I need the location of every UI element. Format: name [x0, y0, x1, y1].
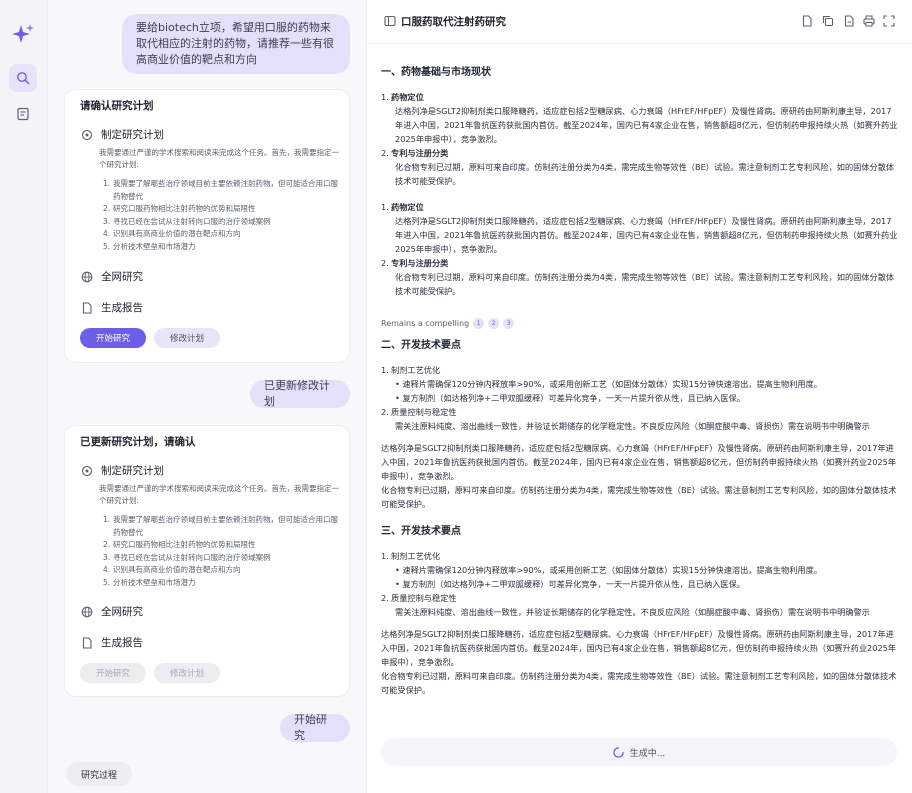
section-heading: 一、药物基础与市场现状 — [381, 67, 491, 78]
document-body: 一、药物基础与市场现状 1. 药物定位 达格列净是SGLT2抑制剂类口服降糖药，适… — [381, 56, 899, 697]
step-plan-label: 制定研究计划 — [101, 129, 164, 141]
user-message: 要给biotech立项，希望用口服的药物来取代相应的注射的药物，请推荐一些有很高… — [122, 14, 350, 74]
report-document: 口服药取代注射药研究 一、药物基础与市场现状 1. 药物定位 达格列净是SGLT2… — [366, 0, 912, 793]
bullet-item: 速释片需确保120分钟内释放率>90%，或采用创新工艺（如固体分散体）实现15分… — [395, 563, 899, 577]
start-research-button[interactable]: 开始研究 — [80, 328, 146, 348]
target-icon — [81, 129, 93, 140]
document-icon — [82, 636, 92, 649]
edit-plan-button[interactable]: 修改计划 — [154, 328, 220, 348]
step-web-research: 全网研究 — [81, 269, 143, 284]
document-header: 口服药取代注射药研究 — [367, 0, 912, 44]
section2-list: 1.制剂工艺优化 速释片需确保120分钟内释放率>90%，或采用创新工艺（如固体… — [381, 363, 899, 433]
plan-point: 1. 我需要了解哪些治疗领域目前主要依赖注射药物，但可能适合用口服药物替代 — [103, 179, 338, 201]
item-text: 需关注原料纯度、溶出曲线一致性，并验证长期储存的化学稳定性。不良反应风险（如酮症… — [395, 421, 870, 431]
paragraph: 达格列净是SGLT2抑制剂类口服降糖药，适应症包括2型糖尿病、心力衰竭（HFrE… — [381, 629, 897, 667]
spinner-icon — [613, 746, 624, 758]
item-title: 药物定位 — [391, 202, 424, 212]
edit-plan-button-disabled: 修改计划 — [154, 663, 220, 683]
search-icon — [17, 72, 30, 85]
step-generate-report-label: 生成报告 — [101, 302, 143, 314]
search-nav-button[interactable] — [9, 64, 37, 92]
start-research-button-disabled: 开始研究 — [80, 663, 146, 683]
plan-point: 4. 识别具有高商业价值的潜在靶点和方向 — [103, 565, 241, 574]
plan-points: 1. 我需要了解哪些治疗领域目前主要依赖注射药物，但可能适合用口服药物替代 2. 研… — [103, 514, 339, 589]
plan-point: 3. 寻找已经在尝试从注射转向口服的治疗领域案例 — [103, 216, 271, 226]
item-text: 化合物专利已过期，原料可来自印度。仿制药注册分类为4类，需完成生物等效性（BE）… — [395, 272, 895, 296]
plan-point: 2. 研究口服药物相比注射药物的优势和局限性 — [103, 204, 256, 213]
paragraph: 化合物专利已过期，原料可来自印度。仿制药注册分类为4类，需完成生物等效性（BE）… — [381, 671, 897, 695]
generating-status: 生成中... — [381, 738, 897, 766]
report-nav-button[interactable] — [9, 100, 37, 128]
plan-card-title: 请确认研究计划 — [80, 100, 154, 112]
copy-icon[interactable] — [822, 15, 834, 27]
item-title: 专利与注册分类 — [391, 148, 449, 158]
step-plan-description: 我需要通过严谨的学术搜索和阅读来完成这个任务。首先，我需要指定一个研究计划: — [99, 484, 339, 505]
step-web-research: 全网研究 — [81, 604, 143, 619]
citation-text: Remains a compelling — [381, 319, 470, 328]
report-icon — [17, 107, 29, 121]
bullet-item: 复方制剂（如达格列净+二甲双胍缓释）可差异化竞争，一天一片提升依从性，且已纳入医… — [395, 391, 899, 405]
citation-line: Remains a compelling 1 2 3 — [381, 318, 899, 329]
plan-card-1: 请确认研究计划 制定研究计划 我需要通过严谨的学术搜索和阅读来完成这个任务。首先… — [64, 89, 350, 363]
document-title: 口服药取代注射药研究 — [401, 16, 506, 28]
plan-point: 2. 研究口服药物相比注射药物的优势和局限性 — [103, 540, 256, 549]
fullscreen-icon[interactable] — [883, 15, 895, 27]
globe-icon — [81, 271, 93, 282]
section3-list: 1.制剂工艺优化 速释片需确保120分钟内释放率>90%，或采用创新工艺（如固体… — [381, 549, 899, 619]
target-icon — [81, 465, 93, 476]
item-title: 质量控制与稳定性 — [391, 407, 457, 417]
item-title: 专利与注册分类 — [391, 258, 449, 268]
export-icon[interactable] — [843, 15, 855, 27]
item-text: 化合物专利已过期，原料可来自印度。仿制药注册分类为4类，需完成生物等效性（BE）… — [395, 162, 895, 186]
step-web-research-label: 全网研究 — [101, 271, 143, 283]
citation-badge[interactable]: 2 — [488, 318, 500, 329]
item-title: 质量控制与稳定性 — [391, 593, 457, 603]
item-text: 达格列净是SGLT2抑制剂类口服降糖药，适应症包括2型糖尿病、心力衰竭（HFrE… — [395, 106, 898, 144]
step-generate-report-label: 生成报告 — [101, 637, 143, 649]
item-title: 制剂工艺优化 — [391, 551, 441, 561]
plan-point: 5. 分析技术壁垒和市场潜力 — [103, 577, 196, 587]
paragraph: 化合物专利已过期，原料可来自印度。仿制药注册分类为4类，需完成生物等效性（BE）… — [381, 485, 897, 509]
chat-panel: 要给biotech立项，希望用口服的药物来取代相应的注射的药物，请推荐一些有很高… — [48, 0, 366, 793]
citation-badge[interactable]: 1 — [473, 318, 485, 329]
step-plan-description: 我需要通过严谨的学术搜索和阅读来完成这个任务。首先，我需要指定一个研究计划: — [99, 148, 339, 169]
paragraph: 达格列净是SGLT2抑制剂类口服降糖药，适应症包括2型糖尿病、心力衰竭（HFrE… — [381, 443, 897, 481]
section-heading: 二、开发技术要点 — [381, 340, 461, 351]
document-icon — [82, 301, 92, 314]
plan-card-title: 已更新研究计划，请确认 — [80, 436, 196, 448]
step-generate-report: 生成报告 — [81, 300, 143, 315]
step-web-research-label: 全网研究 — [101, 606, 143, 618]
print-icon[interactable] — [863, 15, 875, 27]
user-update-message: 已更新修改计划 — [250, 379, 350, 408]
item-title: 制剂工艺优化 — [391, 365, 441, 375]
step-plan: 制定研究计划 — [81, 463, 164, 478]
section1-block-a: 1. 药物定位 达格列净是SGLT2抑制剂类口服降糖药，适应症包括2型糖尿病、心力… — [381, 92, 898, 186]
item-title: 药物定位 — [391, 92, 424, 102]
file-icon[interactable] — [801, 15, 813, 27]
plan-points: 1. 我需要了解哪些治疗领域目前主要依赖注射药物，但可能适合用口服药物替代 2. 研… — [103, 178, 339, 253]
sidebar-toggle-icon[interactable] — [384, 15, 396, 27]
left-rail — [0, 0, 48, 793]
sparkle-logo-icon[interactable] — [11, 22, 35, 46]
step-plan: 制定研究计划 — [81, 127, 164, 142]
item-text: 达格列净是SGLT2抑制剂类口服降糖药，适应症包括2型糖尿病、心力衰竭（HFrE… — [395, 216, 898, 254]
step-generate-report: 生成报告 — [81, 635, 143, 650]
plan-point: 5. 分析技术壁垒和市场潜力 — [103, 241, 196, 251]
plan-point: 3. 寻找已经在尝试从注射转向口服的治疗领域案例 — [103, 552, 271, 562]
plan-point: 1. 我需要了解哪些治疗领域目前主要依赖注射药物，但可能适合用口服药物替代 — [103, 515, 338, 537]
step-plan-label: 制定研究计划 — [101, 465, 164, 477]
section-heading: 三、开发技术要点 — [381, 526, 461, 537]
plan-card-2: 已更新研究计划，请确认 制定研究计划 我需要通过严谨的学术搜索和阅读来完成这个任… — [64, 425, 350, 697]
user-start-message: 开始研究 — [280, 713, 350, 742]
generating-label: 生成中... — [629, 748, 666, 759]
bullet-item: 速释片需确保120分钟内释放率>90%，或采用创新工艺（如固体分散体）实现15分… — [395, 377, 899, 391]
bullet-item: 复方制剂（如达格列净+二甲双胍缓释）可差异化竞争，一天一片提升依从性，且已纳入医… — [395, 577, 899, 591]
item-text: 需关注原料纯度、溶出曲线一致性，并验证长期储存的化学稳定性。不良反应风险（如酮症… — [395, 607, 870, 617]
plan-point: 4. 识别具有高商业价值的潜在靶点和方向 — [103, 229, 241, 238]
globe-icon — [81, 606, 93, 617]
citation-badge[interactable]: 3 — [503, 318, 515, 329]
section1-block-b: 1. 药物定位 达格列净是SGLT2抑制剂类口服降糖药，适应症包括2型糖尿病、心力… — [381, 202, 898, 296]
research-process-button[interactable]: 研究过程 — [66, 762, 132, 786]
